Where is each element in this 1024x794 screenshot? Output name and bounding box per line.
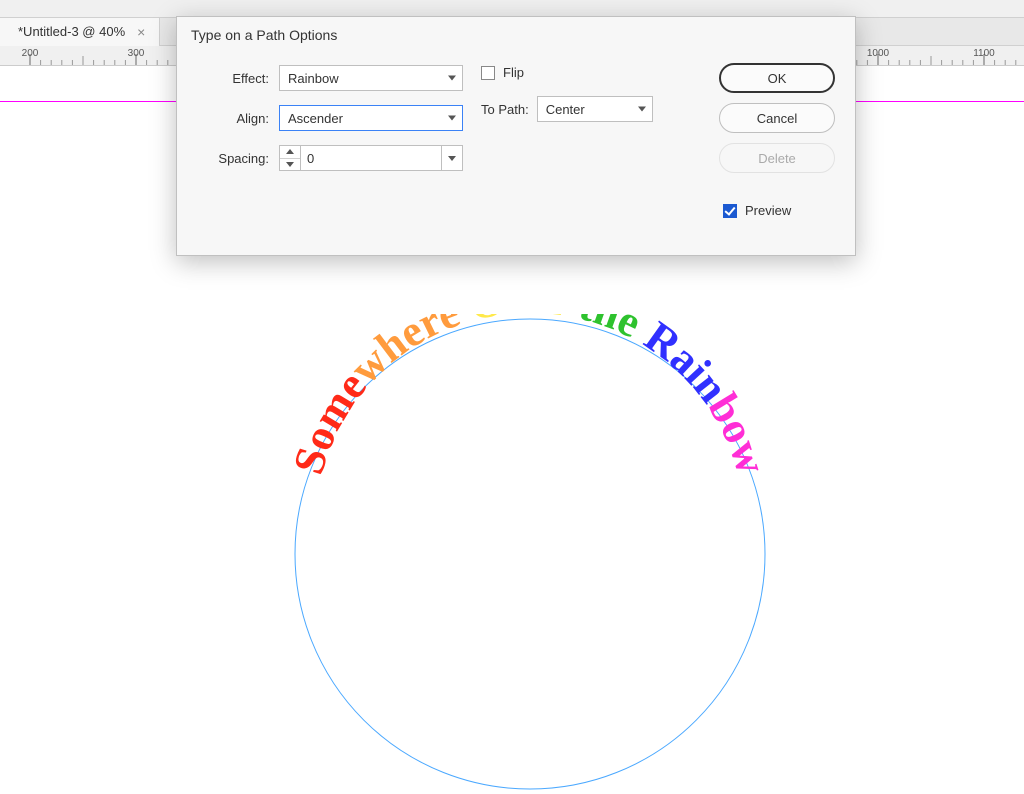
document-tab-title: *Untitled-3 @ 40% (18, 24, 125, 39)
spacing-value: 0 (307, 151, 314, 166)
chevron-down-icon (448, 116, 456, 121)
to-path-label: To Path: (481, 102, 529, 117)
dialog-mid-column: Flip To Path: Center (481, 61, 653, 218)
close-icon[interactable]: × (137, 25, 145, 39)
to-path-dropdown[interactable]: Center (537, 96, 653, 122)
svg-text:300: 300 (128, 48, 145, 59)
cancel-button[interactable]: Cancel (719, 103, 835, 133)
align-value: Ascender (288, 111, 343, 126)
chevron-down-icon (448, 76, 456, 81)
dialog-buttons: OK Cancel Delete Preview (719, 61, 835, 218)
stepper-down-icon[interactable] (280, 159, 300, 171)
document-tab[interactable]: *Untitled-3 @ 40% × (0, 18, 160, 46)
stepper-up-icon[interactable] (280, 146, 300, 159)
align-label: Align: (197, 111, 269, 126)
svg-text:200: 200 (22, 48, 39, 59)
spacing-stepper-buttons[interactable] (279, 145, 301, 171)
spacing-presets-dropdown[interactable] (441, 145, 463, 171)
chevron-down-icon (448, 156, 456, 161)
effect-label: Effect: (197, 71, 269, 86)
preview-checkbox[interactable] (723, 204, 737, 218)
effect-dropdown[interactable]: Rainbow (279, 65, 463, 91)
type-on-path-options-dialog: Type on a Path Options Effect: Rainbow A… (176, 16, 856, 256)
type-on-path-artwork[interactable]: Somewhere Over the Rainbow (290, 314, 770, 794)
to-path-value: Center (546, 102, 585, 117)
svg-text:1100: 1100 (973, 48, 995, 59)
svg-text:1000: 1000 (867, 48, 890, 59)
spacing-label: Spacing: (197, 151, 269, 166)
dialog-title: Type on a Path Options (177, 17, 855, 51)
delete-button: Delete (719, 143, 835, 173)
preview-label: Preview (745, 203, 791, 218)
delete-button-label: Delete (758, 151, 796, 166)
align-dropdown[interactable]: Ascender (279, 105, 463, 131)
cancel-button-label: Cancel (757, 111, 797, 126)
spacing-stepper[interactable]: 0 (279, 145, 463, 171)
flip-checkbox[interactable] (481, 66, 495, 80)
ok-button-label: OK (768, 71, 787, 86)
dialog-fields: Effect: Rainbow Align: Ascender Spacing: (197, 61, 463, 218)
chevron-down-icon (638, 107, 646, 112)
ok-button[interactable]: OK (719, 63, 835, 93)
effect-value: Rainbow (288, 71, 339, 86)
svg-text:Somewhere Over the Rainbow: Somewhere Over the Rainbow (290, 314, 770, 480)
flip-label: Flip (503, 65, 524, 80)
spacing-input[interactable]: 0 (301, 145, 441, 171)
